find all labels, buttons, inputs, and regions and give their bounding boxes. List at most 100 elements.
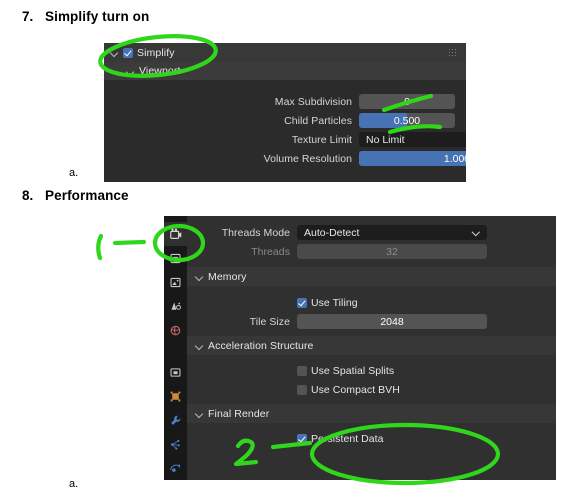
tab-particles[interactable]: [164, 432, 187, 456]
label-use-spatial-splits: Use Spatial Splits: [311, 364, 395, 377]
tab-render[interactable]: [164, 222, 187, 246]
modifier-wrench-icon: [171, 415, 181, 425]
chevron-down-icon[interactable]: [195, 272, 204, 281]
viewport-section-header[interactable]: Viewport: [104, 62, 466, 80]
section-body-memory: Use Tiling Tile Size 2048: [187, 286, 556, 336]
grip-dots-icon[interactable]: [449, 49, 458, 57]
label-persistent-data: Persistent Data: [311, 432, 384, 445]
field-threads: 32: [297, 244, 487, 259]
scene-cone-icon: [171, 301, 181, 310]
dash-pointing-to-render-tab: [112, 239, 147, 246]
list-title-performance: Performance: [45, 188, 129, 203]
list-title-simplify: Simplify turn on: [45, 9, 150, 24]
label-tile-size: Tile Size: [249, 315, 290, 328]
label-threads-mode: Threads Mode: [221, 226, 290, 239]
label-use-tiling: Use Tiling: [311, 296, 358, 309]
value-volume-resolution: 1.000: [443, 152, 466, 165]
tab-modifiers[interactable]: [164, 408, 187, 432]
label-texture-limit: Texture Limit: [291, 133, 352, 146]
row-threads: Threads 32: [187, 242, 556, 261]
label-child-particles: Child Particles: [284, 114, 352, 127]
tab-world[interactable]: [164, 318, 187, 342]
properties-tab-column: [164, 216, 187, 480]
simplify-checkbox[interactable]: [123, 47, 133, 58]
field-tile-size[interactable]: 2048: [297, 314, 487, 329]
section-body-acceleration-structure: Use Spatial Splits Use Compact BVH: [187, 355, 556, 404]
checkbox-row-persistent-data[interactable]: Persistent Data: [297, 429, 384, 448]
section-header-final-render[interactable]: Final Render: [187, 404, 556, 423]
value-max-subdivision: 0: [404, 95, 410, 108]
persistent-data-checkbox[interactable]: [297, 433, 307, 444]
dropdown-threads-mode[interactable]: Auto-Detect: [297, 225, 487, 240]
section-label-final-render: Final Render: [208, 407, 270, 420]
section-header-acceleration-structure[interactable]: Acceleration Structure: [187, 336, 556, 355]
row-texture-limit: Texture Limit No Limit: [104, 130, 466, 149]
value-threads-mode: Auto-Detect: [304, 226, 360, 239]
chevron-down-icon[interactable]: [110, 48, 119, 57]
checkbox-row-use-tiling[interactable]: Use Tiling: [297, 293, 358, 312]
checkbox-row-use-spatial-splits[interactable]: Use Spatial Splits: [297, 361, 394, 380]
render-camera-icon: [169, 228, 181, 239]
simplify-header-label: Simplify: [137, 46, 175, 59]
row-threads-mode: Threads Mode Auto-Detect: [187, 223, 556, 242]
dropdown-texture-limit[interactable]: No Limit: [359, 132, 466, 147]
row-tile-size: Tile Size 2048: [187, 312, 556, 331]
checkbox-row-use-compact-bvh[interactable]: Use Compact BVH: [297, 380, 400, 399]
field-volume-resolution[interactable]: 1.000: [359, 151, 466, 166]
tab-scene[interactable]: [164, 294, 187, 318]
performance-properties-panel: Threads Mode Auto-Detect Threads 32 Memo…: [164, 216, 556, 480]
section-header-memory[interactable]: Memory: [187, 267, 556, 286]
field-max-subdivision[interactable]: 0: [359, 94, 455, 109]
chevron-down-icon: [473, 229, 480, 236]
label-max-subdivision: Max Subdivision: [274, 95, 352, 108]
sub-label-8a: a.: [69, 478, 79, 490]
value-tile-size: 2048: [380, 315, 404, 328]
world-globe-icon: [170, 325, 181, 335]
physics-orbit-icon: [170, 464, 181, 472]
list-number-7: 7.: [22, 9, 34, 24]
tab-column-gap: [164, 342, 187, 360]
value-threads: 32: [386, 245, 398, 258]
value-child-particles: 0.500: [393, 114, 421, 127]
list-number-8: 8.: [22, 188, 34, 203]
row-child-particles: Child Particles 0.500: [104, 111, 466, 130]
tab-output[interactable]: [164, 246, 187, 270]
simplify-panel: Simplify Viewport Max Subdivision 0 Chil…: [104, 43, 466, 182]
sub-label-7a: a.: [69, 167, 79, 179]
object-square-icon: [170, 391, 181, 401]
row-max-subdivision: Max Subdivision 0: [104, 92, 466, 111]
section-body-final-render: Persistent Data: [187, 423, 556, 448]
body-top-spacer: [187, 216, 556, 223]
use-tiling-checkbox[interactable]: [297, 297, 307, 308]
tab-collection[interactable]: [164, 360, 187, 384]
row-persistent-data: Persistent Data: [187, 429, 556, 448]
tab-physics[interactable]: [164, 456, 187, 480]
performance-panel-body: Threads Mode Auto-Detect Threads 32 Memo…: [187, 216, 556, 480]
value-texture-limit: No Limit: [366, 133, 405, 146]
tab-view-layer[interactable]: [164, 270, 187, 294]
row-use-spatial-splits: Use Spatial Splits: [187, 361, 556, 380]
chevron-down-icon[interactable]: [195, 341, 204, 350]
tab-object[interactable]: [164, 384, 187, 408]
simplify-panel-header[interactable]: Simplify: [104, 43, 466, 62]
use-spatial-splits-checkbox[interactable]: [297, 365, 307, 376]
row-use-tiling: Use Tiling: [187, 293, 556, 312]
paren-mark-left-of-render-tab: [96, 233, 104, 261]
panel-spacer: [104, 80, 466, 92]
row-use-compact-bvh: Use Compact BVH: [187, 380, 556, 399]
output-printer-icon: [170, 253, 181, 263]
chevron-down-icon[interactable]: [126, 67, 135, 76]
viewport-section-label: Viewport: [139, 65, 181, 77]
label-threads: Threads: [251, 245, 290, 258]
use-compact-bvh-checkbox[interactable]: [297, 384, 307, 395]
view-layer-images-icon: [170, 277, 181, 287]
collection-box-icon: [170, 367, 181, 377]
row-volume-resolution: Volume Resolution 1.000: [104, 149, 466, 168]
label-use-compact-bvh: Use Compact BVH: [311, 383, 400, 396]
section-label-memory: Memory: [208, 270, 247, 283]
chevron-down-icon[interactable]: [195, 409, 204, 418]
particles-icon: [170, 439, 180, 450]
label-volume-resolution: Volume Resolution: [263, 152, 352, 165]
field-child-particles[interactable]: 0.500: [359, 113, 455, 128]
